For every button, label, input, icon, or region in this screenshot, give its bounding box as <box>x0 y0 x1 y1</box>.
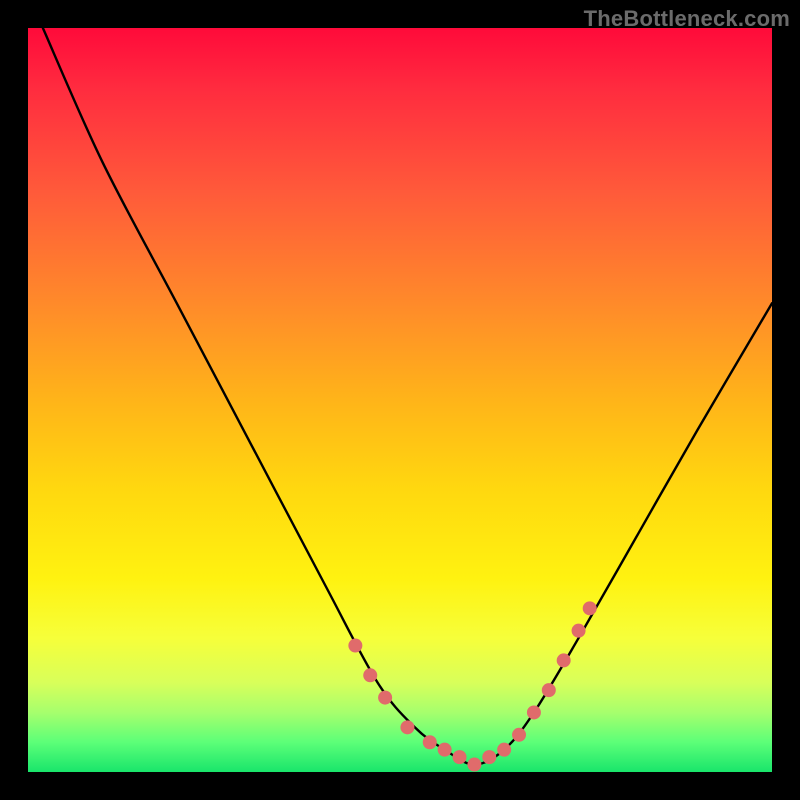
highlight-dot <box>400 720 414 734</box>
highlight-dot <box>527 705 541 719</box>
highlight-dot <box>438 743 452 757</box>
highlight-dot <box>542 683 556 697</box>
highlight-dot <box>423 735 437 749</box>
chart-svg <box>28 28 772 772</box>
highlight-dot <box>497 743 511 757</box>
curve-group <box>43 28 772 765</box>
highlight-dot <box>378 691 392 705</box>
highlight-dot <box>363 668 377 682</box>
highlight-dot <box>557 653 571 667</box>
highlight-dot <box>348 639 362 653</box>
highlight-dot <box>572 624 586 638</box>
highlight-dot <box>512 728 526 742</box>
chart-frame: TheBottleneck.com <box>0 0 800 800</box>
highlight-dot <box>467 758 481 772</box>
bottleneck-curve <box>43 28 772 765</box>
highlight-dot <box>482 750 496 764</box>
highlight-dot <box>453 750 467 764</box>
plot-area <box>28 28 772 772</box>
dots-group <box>348 601 596 771</box>
highlight-dot <box>583 601 597 615</box>
